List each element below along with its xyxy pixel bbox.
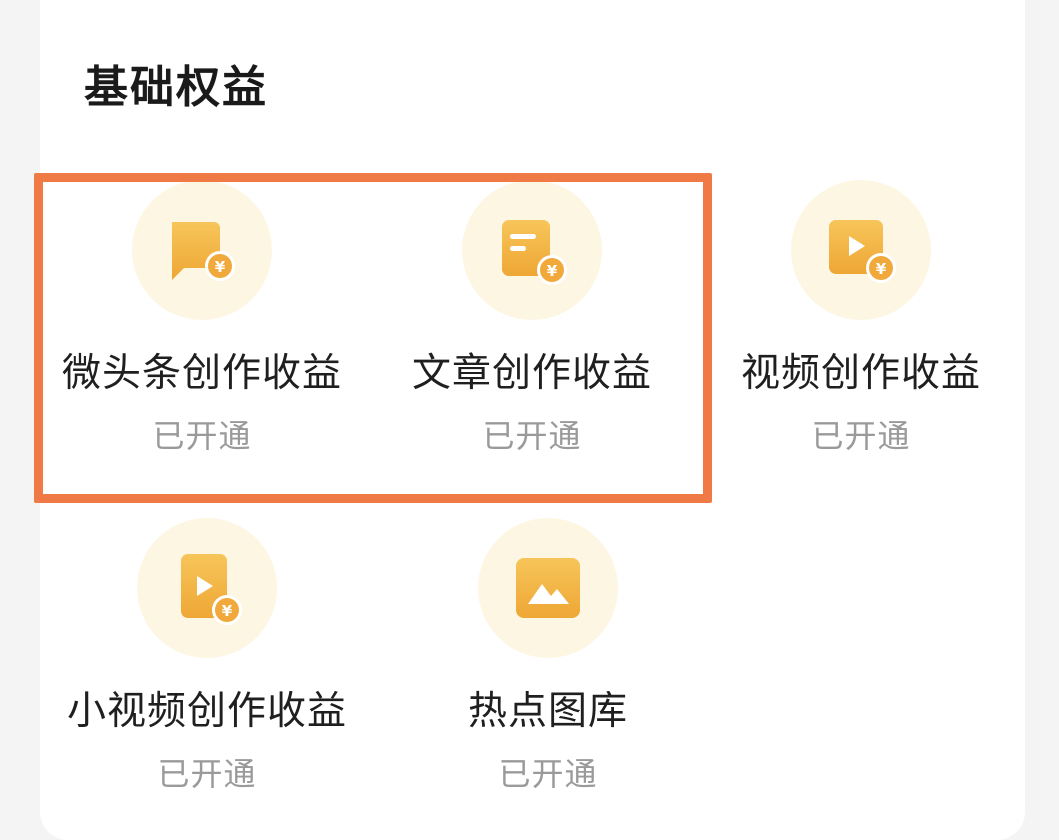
- benefit-item-video[interactable]: ¥ 视频创作收益 已开通: [711, 180, 1011, 458]
- benefit-label: 视频创作收益: [740, 351, 981, 396]
- benefit-item-micro-headline[interactable]: ¥ 微头条创作收益 已开通: [52, 180, 352, 458]
- benefit-status: 已开通: [811, 417, 911, 455]
- benefit-label: 小视频创作收益: [66, 689, 347, 734]
- video-play-yuan-icon: ¥: [791, 180, 931, 320]
- benefit-label: 微头条创作收益: [61, 351, 342, 396]
- document-yuan-icon: ¥: [462, 180, 602, 320]
- svg-text:¥: ¥: [222, 602, 233, 620]
- svg-text:¥: ¥: [215, 258, 226, 276]
- benefit-item-article[interactable]: ¥ 文章创作收益 已开通: [382, 180, 682, 458]
- benefit-label: 文章创作收益: [411, 351, 652, 396]
- section-title: 基础权益: [84, 62, 268, 113]
- benefit-status: 已开通: [152, 417, 252, 455]
- svg-text:¥: ¥: [876, 260, 887, 278]
- benefit-item-hot-gallery[interactable]: 热点图库 已开通: [398, 518, 698, 796]
- image-mountain-icon: [478, 518, 618, 658]
- benefit-label: 热点图库: [467, 689, 628, 734]
- short-video-yuan-icon: ¥: [137, 518, 277, 658]
- svg-text:¥: ¥: [547, 262, 558, 280]
- chat-bubble-yuan-icon: ¥: [132, 180, 272, 320]
- benefit-item-short-video[interactable]: ¥ 小视频创作收益 已开通: [57, 518, 357, 796]
- benefit-status: 已开通: [482, 417, 582, 455]
- benefit-status: 已开通: [498, 755, 598, 793]
- benefit-status: 已开通: [157, 755, 257, 793]
